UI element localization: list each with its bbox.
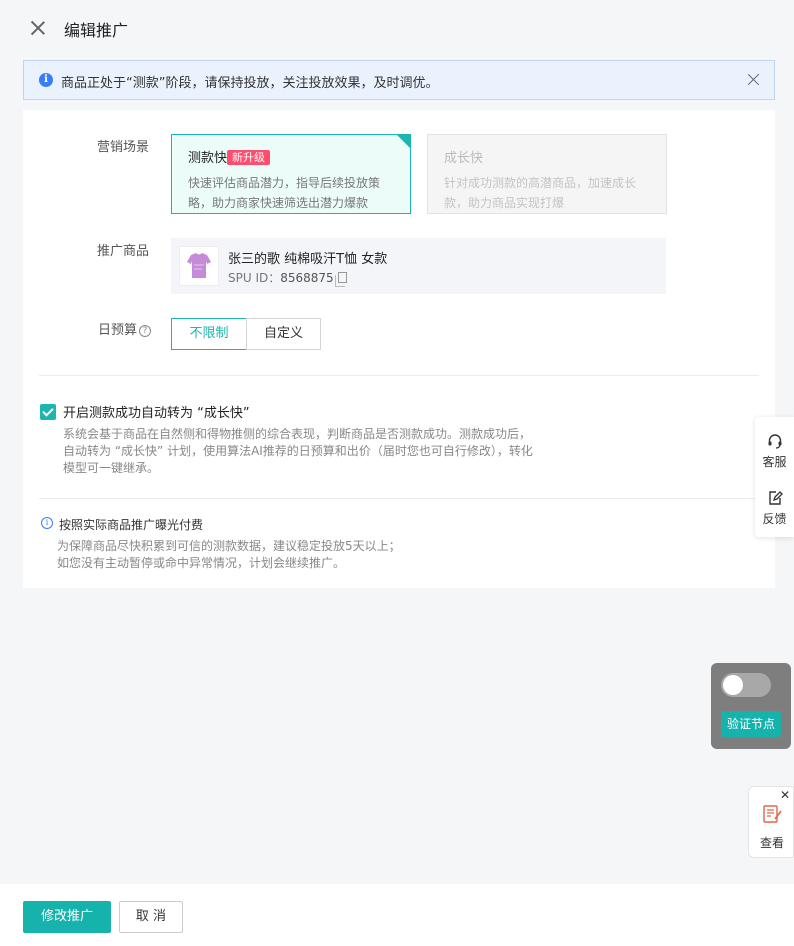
goods-label: 推广商品 [97, 244, 150, 259]
selected-corner-mark [397, 135, 410, 148]
goods-spu: SPU ID：8568875 [228, 269, 347, 287]
close-icon[interactable] [29, 19, 47, 37]
top-bar: 编辑推广 [0, 0, 794, 56]
goods-thumbnail [179, 246, 219, 286]
budget-label: 日预算? [98, 319, 152, 338]
notice-line: 为保障商品尽快积累到可信的测款数据，建议稳定投放5天以上； [57, 539, 401, 553]
auto-convert-desc: 系统会基于商品在自然侧和得物推侧的综合表现，判断商品是否测款成功。测款成功后，自… [63, 427, 533, 475]
notice-title: 按照实际商品推广曝光付费 [59, 518, 204, 532]
submit-button[interactable]: 修改推广 [23, 901, 111, 933]
notice-line: 如您没有主动暂停或命中异常情况，计划会继续推广。 [57, 556, 346, 570]
budget-option-unlimited[interactable]: 不限制 [171, 318, 247, 350]
scene-title: 测款快 新升级 [188, 147, 410, 166]
auto-convert-checkbox[interactable] [40, 404, 56, 420]
edit-icon [768, 491, 783, 505]
help-icon[interactable]: ? [139, 325, 152, 337]
edit-form-card: 营销场景 测款快 新升级 快速评估商品潜力，指导后续投放策略，助力商家快速筛选出潜… [23, 110, 775, 588]
goods-info: 张三的歌 纯棉吸汗T恤 女款 SPU ID：8568875 [171, 238, 666, 294]
document-icon [763, 805, 782, 823]
info-icon: i [41, 517, 53, 529]
debug-panel: 验证节点 [711, 663, 791, 749]
goods-name: 张三的歌 纯棉吸汗T恤 女款 [228, 252, 388, 267]
status-alert: i 商品正处于“测款”阶段，请保持投放，关注投放效果，及时调优。 [23, 60, 775, 100]
copy-icon[interactable] [334, 272, 347, 287]
close-icon[interactable]: ✕ [780, 789, 790, 801]
scene-label: 营销场景 [97, 140, 150, 155]
footer: 修改推广 取 消 [0, 884, 794, 946]
info-icon: i [39, 73, 53, 87]
divider [39, 375, 759, 376]
view-label: 查看 [759, 836, 784, 850]
headset-icon [768, 434, 781, 449]
alert-close-icon[interactable] [747, 73, 760, 86]
scene-option-growth[interactable]: 成长快 针对成功测款的高潜商品，加速成长款，助力商品实现打爆 [427, 134, 667, 214]
notice-desc: 为保障商品尽快积累到可信的测款数据，建议稳定投放5天以上； 如您没有主动暂停或命… [57, 538, 401, 572]
new-badge: 新升级 [227, 150, 271, 165]
auto-convert-label[interactable]: 开启测款成功自动转为 “成长快” [63, 402, 250, 421]
view-widget[interactable]: ✕ 查看 [748, 786, 794, 858]
alert-text: 商品正处于“测款”阶段，请保持投放，关注投放效果，及时调优。 [61, 76, 439, 91]
cancel-button[interactable]: 取 消 [119, 901, 183, 933]
debug-toggle[interactable] [721, 673, 771, 697]
side-widget: 客服 反馈 [755, 417, 794, 537]
scene-option-test[interactable]: 测款快 新升级 快速评估商品潜力，指导后续投放策略，助力商家快速筛选出潜力爆款 [171, 134, 411, 214]
scene-desc: 快速评估商品潜力，指导后续投放策略，助力商家快速筛选出潜力爆款 [188, 176, 381, 210]
feedback-button[interactable]: 反馈 [755, 490, 794, 527]
budget-option-custom[interactable]: 自定义 [246, 318, 321, 350]
scene-desc: 针对成功测款的高潜商品，加速成长款，助力商品实现打爆 [444, 176, 637, 210]
page-title: 编辑推广 [64, 21, 129, 40]
divider [39, 498, 759, 499]
customer-service-button[interactable]: 客服 [755, 433, 794, 470]
verify-node-button[interactable]: 验证节点 [721, 711, 781, 737]
scene-title: 成长快 [444, 151, 484, 166]
